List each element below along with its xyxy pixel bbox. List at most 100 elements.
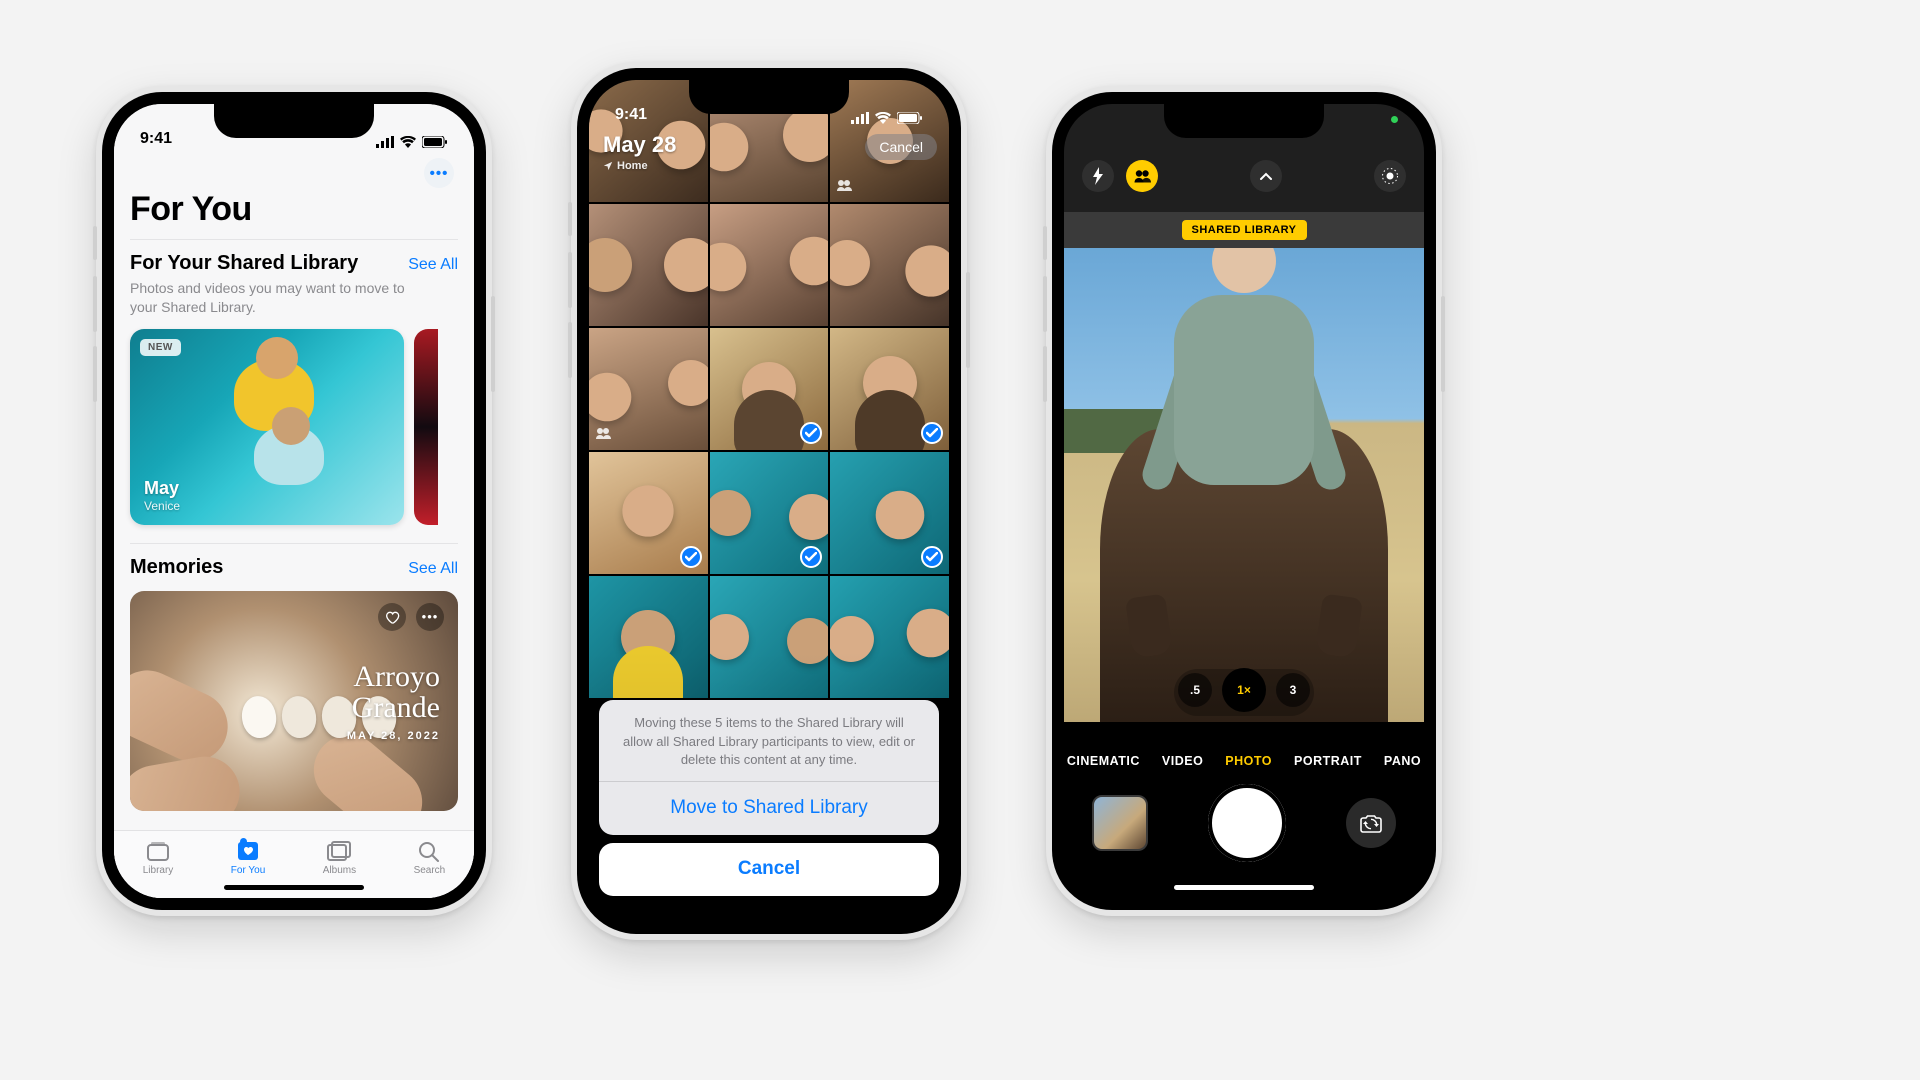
library-icon bbox=[145, 840, 171, 862]
zoom-0_5x[interactable]: .5 bbox=[1178, 673, 1212, 707]
phone-photos-foryou: 9:41 ••• For You For Your Shared Library… bbox=[96, 86, 492, 916]
tab-albums[interactable]: Albums bbox=[323, 840, 356, 876]
memory-card-arroyo-grande[interactable]: ••• ArroyoGrande MAY 28, 2022 bbox=[130, 591, 458, 811]
photo-subject bbox=[130, 751, 245, 811]
volume-up-button[interactable] bbox=[1043, 276, 1047, 332]
sheet-message: Moving these 5 items to the Shared Libra… bbox=[599, 700, 939, 781]
memory-date: MAY 28, 2022 bbox=[347, 730, 440, 742]
notification-dot bbox=[240, 838, 247, 845]
live-photo-button[interactable] bbox=[1374, 160, 1406, 192]
cancel-selection-button[interactable]: Cancel bbox=[865, 134, 937, 160]
photo-cell[interactable] bbox=[589, 452, 708, 574]
volume-up-button[interactable] bbox=[93, 276, 97, 332]
photo-subject bbox=[130, 659, 239, 773]
side-button[interactable] bbox=[491, 296, 495, 392]
albums-icon bbox=[326, 840, 352, 862]
page-title: For You bbox=[130, 190, 458, 229]
side-button[interactable] bbox=[1441, 296, 1445, 392]
cellular-icon bbox=[376, 136, 394, 148]
mode-pano[interactable]: PANO bbox=[1384, 754, 1421, 768]
tab-for-you[interactable]: For You bbox=[231, 840, 265, 876]
see-all-shared[interactable]: See All bbox=[408, 256, 458, 274]
favorite-button[interactable] bbox=[378, 603, 406, 631]
chevron-up-icon bbox=[1259, 171, 1273, 181]
mode-video[interactable]: VIDEO bbox=[1162, 754, 1203, 768]
action-sheet: Moving these 5 items to the Shared Libra… bbox=[599, 700, 939, 896]
zoom-3x[interactable]: 3 bbox=[1276, 673, 1310, 707]
status-time: 9:41 bbox=[140, 130, 172, 148]
selection-check-icon bbox=[921, 422, 943, 444]
memories-section-title: Memories bbox=[130, 556, 223, 579]
mute-switch[interactable] bbox=[1043, 226, 1047, 260]
home-indicator[interactable] bbox=[224, 885, 364, 890]
cellular-icon bbox=[851, 112, 869, 124]
tab-label: Search bbox=[414, 865, 446, 876]
zoom-label: .5 bbox=[1190, 683, 1200, 697]
move-to-shared-button[interactable]: Move to Shared Library bbox=[599, 781, 939, 835]
camera-controls-toggle[interactable] bbox=[1250, 160, 1282, 192]
tab-library[interactable]: Library bbox=[143, 840, 174, 876]
tab-label: Library bbox=[143, 865, 174, 876]
selection-check-icon bbox=[680, 546, 702, 568]
photo-cell[interactable] bbox=[710, 328, 829, 450]
selection-check-icon bbox=[800, 546, 822, 568]
mode-cinematic[interactable]: CINEMATIC bbox=[1067, 754, 1140, 768]
see-all-memories[interactable]: See All bbox=[408, 560, 458, 578]
suggestion-card-next[interactable] bbox=[414, 329, 438, 525]
home-indicator[interactable] bbox=[699, 909, 839, 914]
zoom-label: 3 bbox=[1290, 683, 1297, 697]
wifi-icon bbox=[400, 136, 416, 148]
tab-search[interactable]: Search bbox=[414, 840, 446, 876]
privacy-indicator bbox=[1391, 116, 1398, 123]
volume-down-button[interactable] bbox=[93, 346, 97, 402]
shared-library-toggle[interactable] bbox=[1126, 160, 1158, 192]
mute-switch[interactable] bbox=[93, 226, 97, 260]
new-badge: NEW bbox=[140, 339, 181, 356]
photo-cell[interactable] bbox=[830, 452, 949, 574]
volume-down-button[interactable] bbox=[568, 322, 572, 378]
shutter-button[interactable] bbox=[1208, 784, 1286, 862]
side-button[interactable] bbox=[966, 272, 970, 368]
notch bbox=[214, 104, 374, 138]
heart-icon bbox=[384, 609, 400, 625]
volume-up-button[interactable] bbox=[568, 252, 572, 308]
volume-down-button[interactable] bbox=[1043, 346, 1047, 402]
photo-subject bbox=[239, 694, 279, 740]
flip-camera-button[interactable] bbox=[1346, 798, 1396, 848]
cancel-pill-label: Cancel bbox=[879, 139, 923, 155]
photo-cell[interactable] bbox=[589, 328, 708, 450]
camera-bottom-bar bbox=[1064, 770, 1424, 898]
shared-section-title: For Your Shared Library bbox=[130, 252, 358, 275]
camera-mode-row[interactable]: CINEMATIC VIDEO PHOTO PORTRAIT PANO bbox=[1064, 754, 1424, 768]
move-action-label: Move to Shared Library bbox=[670, 797, 868, 818]
mute-switch[interactable] bbox=[568, 202, 572, 236]
notch bbox=[1164, 104, 1324, 138]
location-icon bbox=[603, 161, 613, 171]
suggestion-card-may[interactable]: NEW May Venice bbox=[130, 329, 404, 525]
cancel-button[interactable]: Cancel bbox=[599, 843, 939, 896]
photo-subject bbox=[254, 425, 324, 485]
live-photo-icon bbox=[1381, 167, 1399, 185]
shared-library-badge: SHARED LIBRARY bbox=[1182, 220, 1307, 240]
card-subtitle: Venice bbox=[144, 499, 180, 513]
wifi-icon bbox=[875, 112, 891, 124]
home-indicator[interactable] bbox=[1174, 885, 1314, 890]
ellipsis-icon: ••• bbox=[422, 609, 439, 624]
photo-cell[interactable] bbox=[710, 204, 829, 326]
photo-cell[interactable] bbox=[589, 204, 708, 326]
people-icon bbox=[1133, 169, 1151, 183]
flip-camera-icon bbox=[1359, 812, 1383, 834]
zoom-1x[interactable]: 1× bbox=[1222, 668, 1266, 712]
mode-portrait[interactable]: PORTRAIT bbox=[1294, 754, 1362, 768]
photo-cell[interactable] bbox=[830, 204, 949, 326]
grid-location: Home bbox=[617, 160, 648, 172]
photo-cell[interactable] bbox=[830, 328, 949, 450]
last-photo-thumbnail[interactable] bbox=[1092, 795, 1148, 851]
zoom-controls: .5 1× 3 bbox=[1174, 669, 1314, 716]
shared-indicator-icon bbox=[595, 426, 611, 444]
memory-more-button[interactable]: ••• bbox=[416, 603, 444, 631]
camera-viewfinder[interactable]: .5 1× 3 bbox=[1064, 248, 1424, 722]
photo-cell[interactable] bbox=[710, 452, 829, 574]
flash-button[interactable] bbox=[1082, 160, 1114, 192]
mode-photo[interactable]: PHOTO bbox=[1225, 754, 1272, 768]
